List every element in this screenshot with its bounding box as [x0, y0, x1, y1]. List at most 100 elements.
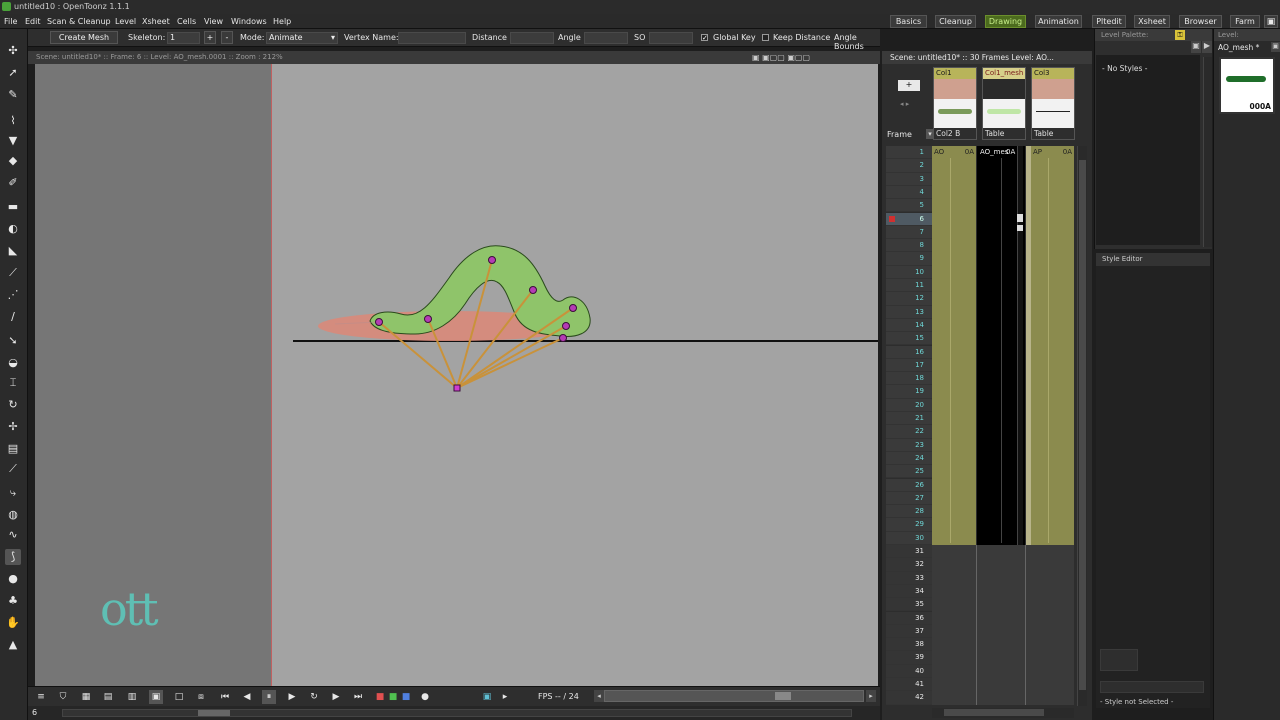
frame-row-header[interactable]: 29	[886, 518, 932, 532]
room-browser[interactable]: Browser	[1179, 15, 1222, 28]
play-icon[interactable]: ▶	[285, 690, 299, 704]
column-toggles[interactable]	[983, 79, 1025, 99]
alpha-channel-icon[interactable]: ●	[418, 690, 432, 704]
safe-area-icon[interactable]: ▣	[149, 690, 163, 704]
zoom-tool-icon[interactable]: ∿	[5, 527, 21, 543]
xsheet-vertical-scrollbar[interactable]	[1077, 146, 1087, 706]
finger-tool-icon[interactable]: ♣	[5, 593, 21, 609]
lock-icon[interactable]: ⚿	[1175, 30, 1185, 40]
so-field[interactable]	[649, 32, 693, 44]
menu-help[interactable]: Help	[273, 14, 291, 29]
hand-tool-icon[interactable]: ✋	[5, 615, 21, 631]
geometric-tool-icon[interactable]: ⌇	[5, 113, 21, 129]
column-toggles[interactable]	[934, 79, 976, 99]
skeleton-add-button[interactable]: +	[204, 31, 216, 44]
iron-tool-icon[interactable]: ↻	[5, 397, 21, 413]
pump-tool-icon[interactable]: ➘	[5, 333, 21, 349]
control-point-editor-icon[interactable]: ⋰	[5, 287, 21, 303]
vertex-name-field[interactable]	[398, 32, 466, 44]
bg-color-icon[interactable]: ▣	[480, 690, 494, 704]
keep-distance-checkbox[interactable]	[762, 34, 769, 41]
frame-row-header[interactable]: 16	[886, 345, 932, 359]
xsheet-column-mesh-cells[interactable]: AO_mes 0A	[977, 146, 1025, 545]
skeleton-field[interactable]: 1	[167, 32, 200, 44]
menu-level[interactable]: Level	[115, 14, 136, 29]
frame-row-header[interactable]: 38	[886, 638, 932, 652]
paint-brush-tool-icon[interactable]: ✐	[5, 175, 21, 191]
menu-xsheet[interactable]: Xsheet	[142, 14, 170, 29]
skeleton-tool-icon[interactable]: ▤	[5, 441, 21, 457]
current-frame-field[interactable]: 6	[32, 708, 37, 717]
green-channel-icon[interactable]: ■	[386, 690, 400, 704]
new-level-icon[interactable]: +	[898, 80, 920, 91]
blue-channel-icon[interactable]: ■	[399, 690, 413, 704]
column-header-col3[interactable]: Col3 Table	[1031, 67, 1075, 140]
frame-row-header[interactable]: 37	[886, 624, 932, 639]
rgb-picker-tool-icon[interactable]: ⟋	[5, 265, 21, 281]
rotate-tool-icon[interactable]: ●	[5, 571, 21, 587]
collapse-toolbar-icon[interactable]: ▲	[5, 637, 21, 653]
key-icon[interactable]	[1017, 214, 1023, 222]
frame-row-header[interactable]: 25	[886, 465, 932, 479]
column-toggles[interactable]	[1032, 79, 1074, 99]
frame-row-header[interactable]: 32	[886, 558, 932, 572]
angle-field[interactable]	[584, 32, 628, 44]
camera-view-icon[interactable]: ⧈	[194, 690, 208, 704]
frame-row-header[interactable]: 7	[886, 225, 932, 240]
loop-icon[interactable]: ↻	[307, 690, 321, 704]
frame-row-header[interactable]: 2	[886, 159, 932, 173]
fps-slider[interactable]	[604, 690, 864, 702]
frame-row-header[interactable]: 3	[886, 172, 932, 186]
playhead-marker[interactable]	[889, 215, 895, 222]
tracker-tool-icon[interactable]: ⟋	[5, 461, 21, 477]
xsheet-column-1-cells[interactable]: AO 0A	[932, 146, 976, 545]
frame-row-header[interactable]: 33	[886, 571, 932, 585]
room-basics[interactable]: Basics	[890, 15, 927, 28]
fps-right-arrow-icon[interactable]: ▸	[866, 690, 876, 702]
apply-button[interactable]	[1100, 649, 1138, 671]
column-header-col1[interactable]: Col1 Col2 B	[933, 67, 977, 140]
frame-row-header[interactable]: 8	[886, 239, 932, 253]
frame-row-header[interactable]: 11	[886, 279, 932, 293]
red-channel-icon[interactable]: ■	[373, 690, 387, 704]
frame-row-header[interactable]: 14	[886, 318, 932, 333]
frame-row-header[interactable]: 13	[886, 305, 932, 319]
frame-row-header[interactable]: 31	[886, 545, 932, 559]
frame-row-header[interactable]: 12	[886, 292, 932, 306]
bg-next-icon[interactable]: ▸	[498, 690, 512, 704]
frame-row-header[interactable]: 1	[886, 146, 932, 160]
toggle-2-icon[interactable]: ▤	[101, 690, 115, 704]
room-xsheet[interactable]: Xsheet	[1134, 15, 1170, 28]
eraser-tool-icon[interactable]: ▬	[5, 199, 21, 215]
preview-icon[interactable]: ⛉	[56, 690, 70, 704]
frame-row-header[interactable]: 26	[886, 478, 932, 492]
menu-cells[interactable]: Cells	[177, 14, 196, 29]
fps-slider-handle[interactable]	[775, 692, 791, 700]
menu-file[interactable]: File	[4, 14, 17, 29]
selection-tool-icon[interactable]: ➚	[5, 65, 21, 81]
frame-row-header[interactable]: 34	[886, 584, 932, 599]
toggle-1-icon[interactable]: ▦	[79, 690, 93, 704]
global-key-checkbox[interactable]: ✓	[701, 34, 708, 42]
bender-tool-icon[interactable]: ⌶	[5, 375, 21, 391]
prev-frame-icon[interactable]: ◀	[240, 690, 254, 704]
palette-menu-icon[interactable]: ▣	[1191, 41, 1201, 53]
frame-row-header[interactable]: 9	[886, 252, 932, 266]
viewer-canvas[interactable]	[35, 64, 878, 686]
style-list[interactable]: - No Styles -	[1096, 55, 1200, 245]
cutter-tool-icon[interactable]: ✢	[5, 419, 21, 435]
hook-tool-icon[interactable]: ⤷	[5, 485, 21, 501]
animate-tool-icon[interactable]: ✣	[5, 43, 21, 59]
palette-scrollbar[interactable]	[1203, 57, 1212, 247]
column-header-col1-mesh[interactable]: Col1_mesh Table	[982, 67, 1026, 140]
key-icon[interactable]	[1017, 225, 1023, 231]
style-picker-tool-icon[interactable]: ◣	[5, 243, 21, 259]
frame-row-header[interactable]: 10	[886, 265, 932, 279]
plastic-tool-icon[interactable]: ◍	[5, 507, 21, 523]
last-frame-icon[interactable]: ⏭	[351, 690, 365, 704]
viewer-toggles-icon[interactable]: ▣ ▣▢▢ ▣▢▢	[752, 51, 810, 64]
style-swatch-bar[interactable]	[1100, 681, 1204, 693]
type-tool-icon[interactable]: ▼	[5, 133, 21, 149]
frame-row-header[interactable]: 5	[886, 199, 932, 213]
frame-row-header[interactable]: 27	[886, 491, 932, 506]
